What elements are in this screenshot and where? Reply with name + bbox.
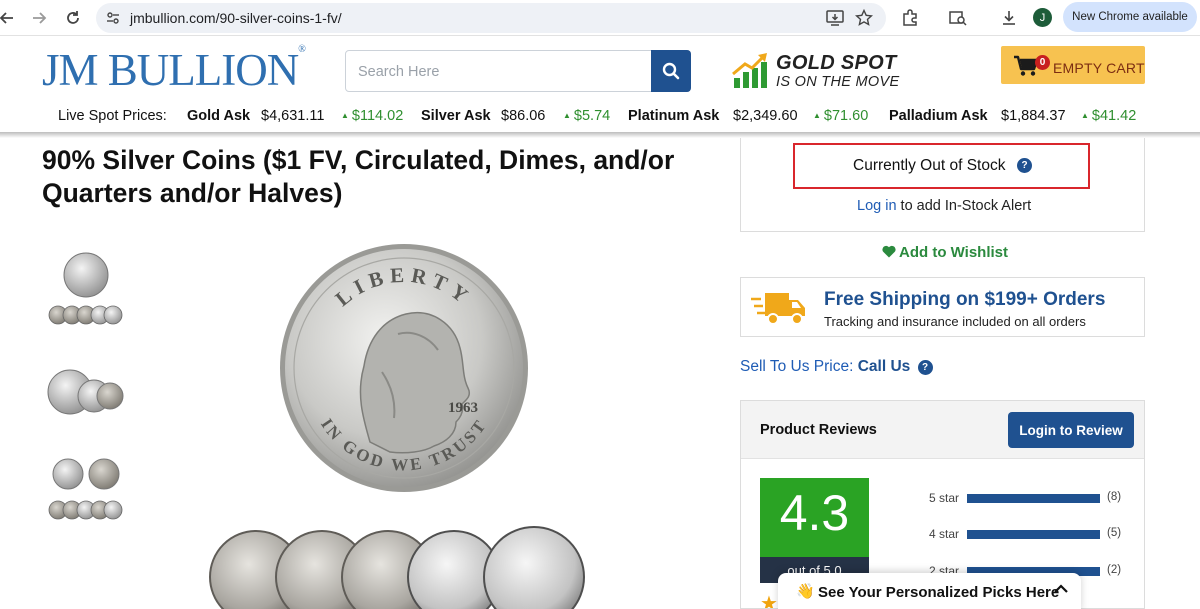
cart-label: EMPTY CART: [1053, 60, 1145, 76]
back-arrow-icon[interactable]: [0, 6, 19, 30]
shipping-title: Free Shipping on $199+ Orders: [824, 289, 1106, 310]
gold-spot-promo[interactable]: GOLD SPOT IS ON THE MOVE: [731, 50, 901, 92]
rating-4-fill: [967, 530, 1100, 539]
gold-ask-price: $4,631.11: [261, 108, 325, 124]
logo-registered-mark: ®: [298, 44, 306, 55]
thumbnail-1[interactable]: [46, 250, 126, 330]
url-text: jmbullion.com/90-silver-coins-1-fv/: [130, 10, 342, 26]
rating-5-bar[interactable]: [967, 494, 1100, 503]
extensions-icon[interactable]: [898, 6, 922, 30]
chevron-up-icon[interactable]: [1053, 581, 1069, 597]
profile-avatar[interactable]: J: [1033, 8, 1052, 27]
silver-ask-change: $5.74: [563, 108, 610, 124]
in-stock-alert-line: Log in to add In-Stock Alert: [857, 198, 1031, 214]
search-button[interactable]: [651, 50, 691, 92]
promo-title: GOLD SPOT: [776, 52, 897, 74]
bookmark-star-icon[interactable]: [852, 6, 876, 30]
platinum-ask-label[interactable]: Platinum Ask: [628, 108, 719, 124]
sell-to-us-line: Sell To Us Price: Call Us ?: [740, 358, 933, 376]
cart-button[interactable]: 0 EMPTY CART: [1001, 46, 1145, 84]
average-rating-box: 4.3: [760, 478, 869, 557]
site-settings-icon[interactable]: [106, 11, 120, 30]
picks-label: See Your Personalized Picks Here: [818, 584, 1060, 601]
rating-4-bar[interactable]: [967, 530, 1100, 539]
chrome-update-button[interactable]: New Chrome available: [1063, 2, 1197, 32]
search-icon: [662, 62, 680, 80]
cart-count-badge: 0: [1035, 55, 1050, 70]
palladium-ask-price: $1,884.37: [1001, 108, 1066, 124]
wishlist-label: Add to Wishlist: [899, 244, 1009, 261]
jm-bullion-logo[interactable]: JM BULLION®: [42, 44, 306, 96]
rating-4-count: (5): [1107, 527, 1122, 539]
promo-subtitle: IS ON THE MOVE: [776, 74, 900, 90]
palladium-ask-change: $41.42: [1081, 108, 1136, 124]
wave-emoji-icon: 👋: [796, 583, 815, 600]
reload-icon[interactable]: [61, 6, 85, 30]
silver-ask-label[interactable]: Silver Ask: [421, 108, 491, 124]
product-main-image[interactable]: LIBERTY IN GOD WE TRUST 1963: [278, 242, 530, 494]
login-to-review-button[interactable]: Login to Review: [1008, 412, 1134, 448]
product-secondary-image[interactable]: [208, 515, 598, 609]
average-rating: 4.3: [779, 485, 850, 541]
tab-search-icon[interactable]: [946, 6, 970, 30]
downloads-icon[interactable]: [997, 6, 1021, 30]
reviews-title: Product Reviews: [760, 422, 877, 438]
free-shipping-banner[interactable]: Free Shipping on $199+ Orders Tracking a…: [740, 277, 1145, 337]
silver-ask-price: $86.06: [501, 108, 546, 124]
gold-ask-label[interactable]: Gold Ask: [187, 108, 250, 124]
rising-chart-icon: [732, 53, 767, 88]
personalized-picks-banner[interactable]: 👋 See Your Personalized Picks Here: [778, 573, 1081, 609]
thumbnail-3[interactable]: [46, 452, 126, 532]
address-bar[interactable]: jmbullion.com/90-silver-coins-1-fv/: [96, 3, 886, 33]
heart-icon: [882, 245, 896, 258]
stock-status-text: Currently Out of Stock: [853, 157, 1006, 174]
rating-star-icon: ★: [760, 593, 778, 609]
login-link[interactable]: Log in: [857, 198, 897, 214]
question-icon[interactable]: ?: [1017, 158, 1032, 173]
call-us-link[interactable]: Call Us: [858, 358, 911, 375]
product-title: 90% Silver Coins ($1 FV, Circulated, Dim…: [42, 145, 675, 208]
sell-info-icon[interactable]: ?: [917, 360, 933, 375]
platinum-ask-change: $71.60: [813, 108, 868, 124]
add-to-wishlist-link[interactable]: Add to Wishlist: [882, 244, 1008, 261]
site-search: [345, 50, 691, 92]
thumbnail-2[interactable]: [46, 352, 126, 432]
coin-year: 1963: [448, 400, 478, 416]
rating-5-fill: [967, 494, 1100, 503]
delivery-truck-icon: [751, 293, 805, 325]
forward-arrow-icon[interactable]: [27, 6, 51, 30]
install-app-icon[interactable]: [823, 6, 847, 30]
shipping-subtitle: Tracking and insurance included on all o…: [824, 314, 1086, 329]
gold-ask-change: $114.02: [341, 108, 403, 124]
in-stock-alert-text: to add In-Stock Alert: [896, 198, 1032, 214]
search-input[interactable]: [358, 61, 648, 83]
rating-4-label[interactable]: 4 star: [929, 527, 959, 541]
sell-to-us-label: Sell To Us Price:: [740, 358, 858, 375]
platinum-ask-price: $2,349.60: [733, 108, 798, 124]
rating-5-label[interactable]: 5 star: [929, 491, 959, 505]
rating-5-count: (8): [1107, 491, 1122, 503]
browser-toolbar: jmbullion.com/90-silver-coins-1-fv/ J Ne…: [0, 0, 1200, 36]
rating-2-count: (2): [1107, 564, 1122, 576]
logo-text: JM BULLION: [42, 45, 299, 95]
palladium-ask-label[interactable]: Palladium Ask: [889, 108, 988, 124]
spot-prices-label: Live Spot Prices:: [58, 108, 167, 124]
spot-price-ticker: Live Spot Prices: Gold Ask $4,631.11 $11…: [0, 104, 1200, 132]
reviews-header: Product Reviews Login to Review: [741, 401, 1144, 459]
